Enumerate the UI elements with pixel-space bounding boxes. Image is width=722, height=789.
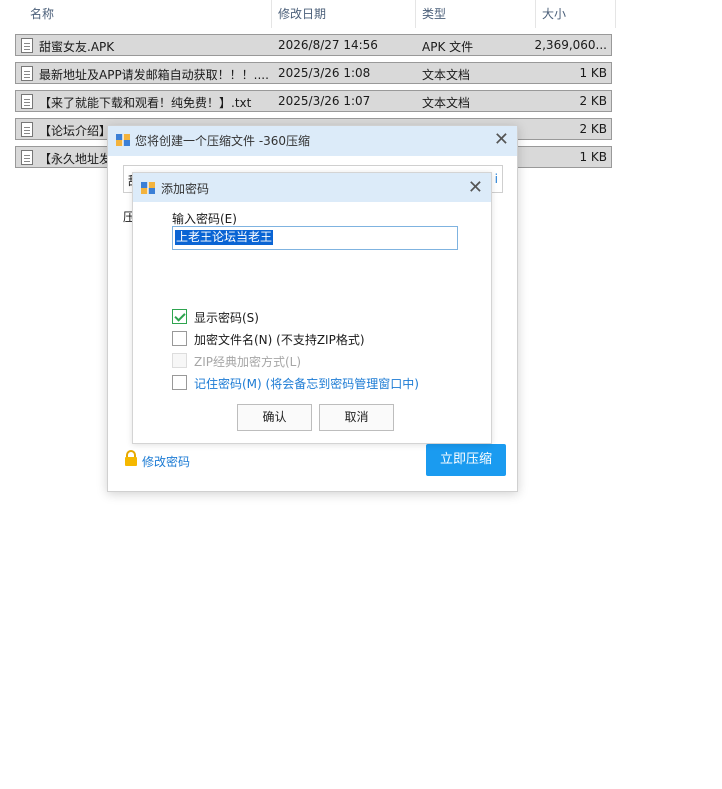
lock-icon xyxy=(125,450,137,466)
remember-password-checkbox[interactable] xyxy=(172,375,187,390)
column-type[interactable]: 类型 xyxy=(416,0,536,28)
encrypt-filenames-label: 加密文件名(N) (不支持ZIP格式) xyxy=(194,333,365,347)
close-icon[interactable]: ✕ xyxy=(468,179,483,197)
column-date[interactable]: 修改日期 xyxy=(272,0,416,28)
password-value: 上老王论坛当老王 xyxy=(175,230,274,245)
archive-path-browse[interactable]: i xyxy=(495,172,498,186)
file-icon xyxy=(21,150,33,165)
add-password-titlebar[interactable]: 添加密码 ✕ xyxy=(133,173,491,202)
file-type: APK 文件 xyxy=(422,40,474,54)
360-archive-icon xyxy=(141,182,155,194)
file-size: 1 KB xyxy=(579,150,607,164)
show-password-label: 显示密码(S) xyxy=(194,311,259,325)
file-size: 2 KB xyxy=(579,122,607,136)
file-name: 【来了就能下载和观看！纯免费！】.txt xyxy=(39,96,252,110)
compress-now-button[interactable]: 立即压缩 xyxy=(426,444,506,476)
file-row[interactable]: 【来了就能下载和观看！纯免费！】.txt 2025/3/26 1:07 文本文档… xyxy=(15,90,612,112)
file-type: 文本文档 xyxy=(422,96,471,110)
file-icon xyxy=(21,66,33,81)
column-header: ^ 名称 修改日期 类型 大小 xyxy=(0,0,616,28)
file-size: 2,369,060... xyxy=(534,38,607,52)
add-password-title: 添加密码 xyxy=(161,182,210,196)
encrypt-filenames-checkbox[interactable] xyxy=(172,331,187,346)
compress-dialog-title: 您将创建一个压缩文件 -360压缩 xyxy=(135,134,311,148)
compress-dialog-titlebar[interactable]: 您将创建一个压缩文件 -360压缩 ✕ xyxy=(108,126,517,156)
close-icon[interactable]: ✕ xyxy=(494,131,509,149)
remember-password-label[interactable]: 记住密码(M) (将会备忘到密码管理窗口中) xyxy=(194,375,419,392)
zip-classic-encryption-label: ZIP经典加密方式(L) xyxy=(194,355,302,369)
file-type: 文本文档 xyxy=(422,68,471,82)
file-date: 2025/3/26 1:08 xyxy=(278,66,371,80)
file-row[interactable]: 甜蜜女友.APK 2026/8/27 14:56 APK 文件 2,369,06… xyxy=(15,34,612,56)
file-icon xyxy=(21,122,33,137)
password-input[interactable]: 上老王论坛当老王 xyxy=(172,226,458,250)
zip-classic-encryption-checkbox xyxy=(172,353,187,368)
file-name: 最新地址及APP请发邮箱自动获取！！！.... xyxy=(39,68,269,82)
file-icon xyxy=(21,94,33,109)
column-size[interactable]: 大小 xyxy=(536,0,616,28)
password-input-label: 输入密码(E) xyxy=(172,212,237,226)
file-size: 2 KB xyxy=(579,94,607,108)
cancel-button[interactable]: 取消 xyxy=(319,404,394,431)
file-row[interactable]: 最新地址及APP请发邮箱自动获取！！！.... 2025/3/26 1:08 文… xyxy=(15,62,612,84)
file-date: 2026/8/27 14:56 xyxy=(278,38,378,52)
file-size: 1 KB xyxy=(579,66,607,80)
show-password-checkbox[interactable] xyxy=(172,309,187,324)
file-name: 甜蜜女友.APK xyxy=(39,40,115,54)
change-password-link[interactable]: 修改密码 xyxy=(142,453,190,470)
360-archive-icon xyxy=(116,134,130,146)
column-name[interactable]: 名称 xyxy=(24,0,272,28)
file-date: 2025/3/26 1:07 xyxy=(278,94,371,108)
add-password-dialog: 添加密码 ✕ 输入密码(E) 上老王论坛当老王 显示密码(S) 加密文件名(N)… xyxy=(132,172,492,444)
file-icon xyxy=(21,38,33,53)
confirm-button[interactable]: 确认 xyxy=(237,404,312,431)
